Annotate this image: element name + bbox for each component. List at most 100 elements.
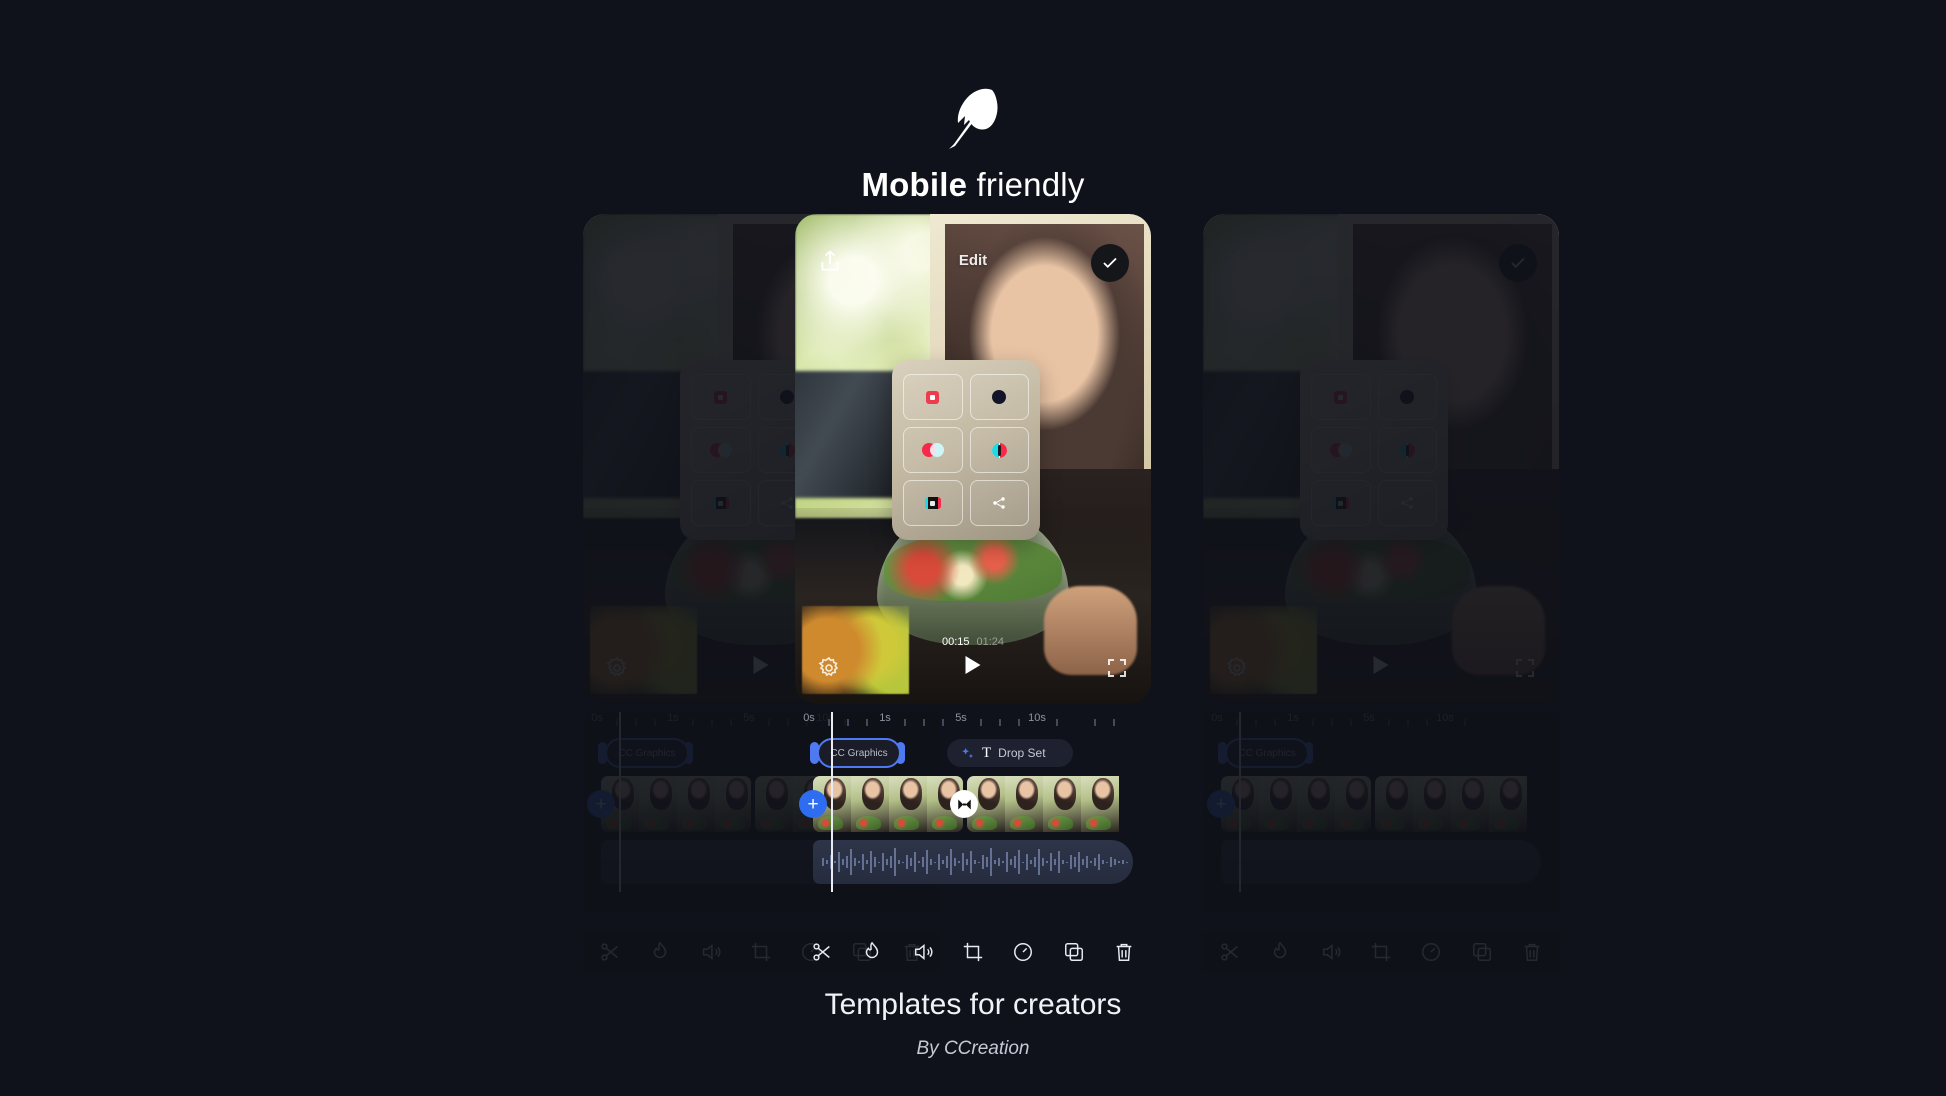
check-icon — [1103, 257, 1117, 269]
fx-button-share[interactable] — [969, 480, 1029, 526]
thumbnail — [1005, 776, 1043, 832]
play-icon — [753, 656, 769, 674]
audio-waveform — [813, 840, 1133, 884]
effects-panel — [892, 360, 1040, 540]
fullscreen-icon[interactable] — [1105, 656, 1129, 680]
ruler-tick — [904, 719, 906, 726]
share-nodes-icon — [781, 497, 793, 509]
editor-toolbar — [795, 932, 1151, 972]
ruler-tick — [828, 719, 830, 726]
effects-button[interactable] — [859, 939, 885, 965]
current-time: 00:15 — [941, 636, 970, 648]
share-icon — [609, 250, 627, 271]
fx-button-venn[interactable] — [903, 427, 963, 473]
timeline-right: 0s 1s 5s 10s CC Graphics + — [1203, 712, 1559, 912]
fx-panel-right — [1300, 360, 1448, 540]
speed-gauge-icon — [1014, 943, 1033, 961]
footer-byline: By CCreation — [916, 1038, 1030, 1059]
ruler-tick — [1094, 719, 1096, 726]
split-button[interactable] — [809, 939, 835, 965]
scissors-icon — [813, 943, 830, 961]
waveform-graphic — [822, 848, 1128, 876]
crop-button[interactable] — [960, 939, 986, 965]
flame-icon — [866, 941, 879, 959]
play-button[interactable] — [965, 656, 981, 674]
volume-button[interactable] — [910, 939, 936, 965]
share-nodes-icon — [1401, 497, 1413, 509]
add-clip-button[interactable]: + — [799, 790, 827, 818]
footer-title: Templates for creators — [824, 988, 1122, 1021]
black-dot-icon — [992, 390, 1007, 404]
delete-button[interactable] — [1111, 939, 1137, 965]
playhead[interactable] — [831, 712, 833, 892]
topbar-right — [1203, 214, 1559, 282]
thumbnail — [1043, 776, 1081, 832]
venn-circles-icon — [921, 443, 944, 457]
transition-button[interactable] — [950, 790, 978, 818]
duplicate-button[interactable] — [1061, 939, 1087, 965]
gear-icon — [1226, 656, 1247, 677]
clip-label: CC Graphics — [830, 747, 888, 759]
brand-regular: friendly — [967, 166, 1085, 203]
music-note-badge-icon — [991, 442, 1007, 458]
timeline: 0s 1s 5s 10s CC Graphics T Drop Set + — [795, 712, 1151, 912]
glitch-frame-icon — [924, 497, 941, 509]
play-icon — [1373, 656, 1389, 674]
speed-button[interactable] — [1010, 939, 1036, 965]
clip-drop-set[interactable]: T Drop Set — [947, 739, 1073, 767]
timecode: 00:15 01:24 — [942, 636, 1004, 648]
confirm-button — [1499, 244, 1537, 282]
page-root: Mobile friendly Edit 00:15 01:24 0s 1s 5… — [0, 0, 1946, 1096]
video-track: + — [795, 776, 1151, 832]
sparkle-icon — [962, 747, 974, 758]
ruler-tick — [1113, 719, 1115, 726]
ruler-tick — [1018, 719, 1020, 726]
share-icon[interactable] — [817, 248, 843, 274]
confirm-button[interactable] — [1091, 244, 1129, 282]
brand-title: Mobile friendly — [0, 166, 1946, 204]
ruler-tick — [942, 719, 944, 726]
page-header: Mobile friendly — [0, 86, 1946, 204]
ruler-label: 5s — [955, 712, 967, 724]
gear-icon[interactable] — [817, 656, 841, 680]
volume-icon — [914, 944, 933, 960]
ruler-tick — [1056, 719, 1058, 726]
total-time: 01:24 — [976, 636, 1005, 648]
toolbar-right — [1203, 932, 1559, 972]
ruler-tick — [923, 719, 925, 726]
duplicate-icon — [1064, 943, 1083, 961]
ruler-label: 1s — [879, 712, 891, 724]
audio-track[interactable] — [795, 840, 1151, 884]
transition-bowtie-icon — [957, 799, 971, 809]
ruler-label: 0s — [803, 712, 815, 724]
share-icon — [1229, 250, 1247, 271]
ruler-right: 0s 1s 5s 10s — [1203, 712, 1559, 732]
check-icon — [1511, 257, 1525, 269]
fx-button-note[interactable] — [969, 427, 1029, 473]
thumbnail — [1081, 776, 1119, 832]
brand-bold: Mobile — [861, 166, 968, 203]
ruler-tick — [847, 719, 849, 726]
filmstrip-clip-b[interactable] — [967, 776, 1133, 832]
share-nodes-icon — [993, 497, 1005, 509]
phone-preview-card: Edit 00:15 01:24 — [795, 214, 1151, 704]
crop-icon — [963, 942, 983, 962]
editor-topbar: Edit — [795, 214, 1151, 282]
timeline-ruler[interactable]: 0s 1s 5s 10s — [795, 712, 1151, 732]
clip-cc-graphics[interactable]: CC Graphics — [817, 738, 901, 768]
ruler-tick — [980, 719, 982, 726]
thumbnail — [851, 776, 889, 832]
overlay-track: CC Graphics T Drop Set — [795, 738, 1151, 768]
record-square-icon — [926, 390, 940, 404]
filmstrip-clip-a[interactable] — [813, 776, 963, 832]
trash-icon — [1116, 943, 1132, 961]
gear-icon — [606, 656, 627, 677]
side-card-right — [1203, 214, 1559, 704]
ruler-tick — [866, 719, 868, 726]
fx-button-glitch[interactable] — [903, 480, 963, 526]
fx-button-dot[interactable] — [969, 374, 1029, 420]
thumbnail — [889, 776, 927, 832]
feather-icon — [949, 88, 998, 149]
editor-title: Edit — [958, 252, 988, 269]
fx-button-record[interactable] — [903, 374, 963, 420]
